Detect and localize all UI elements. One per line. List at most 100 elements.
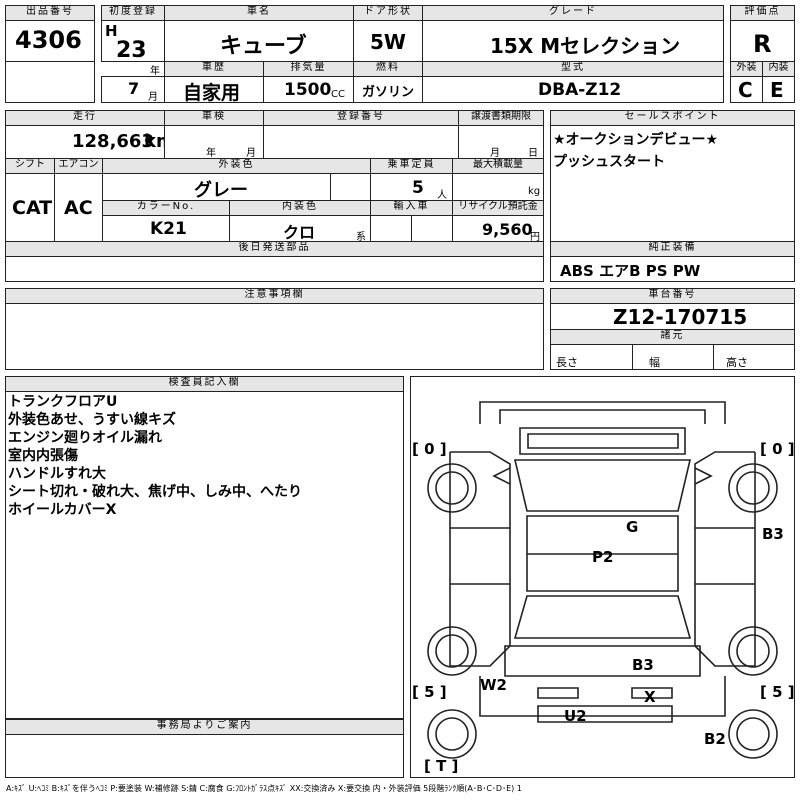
int-score-header: 内装 <box>762 61 795 77</box>
color-no-value: K21 <box>150 219 187 239</box>
tire-front-left: [ 0 ] <box>412 440 447 458</box>
sales-point-1: ★オークションデビュー★ <box>553 132 719 148</box>
capacity-value: 5 <box>412 178 424 198</box>
history-value: 自家用 <box>183 82 241 104</box>
height-label: 高さ <box>726 356 748 369</box>
notes-cell <box>5 303 544 370</box>
int-color-header: 内装色 <box>229 200 371 216</box>
tire-front-right: [ 0 ] <box>760 440 795 458</box>
legend-text: A:ｷｽﾞ U:ﾍｺﾐ B:ｷｽﾞを伴うﾍｺﾐ P:要塗装 W:補修跡 S:錆 … <box>6 784 522 793</box>
displacement-value: 1500 <box>284 80 332 100</box>
shift-value: CAT <box>12 197 53 219</box>
score-value: R <box>753 30 772 58</box>
damage-mark-g: G <box>626 518 639 536</box>
damage-mark-p2: P2 <box>592 548 614 566</box>
damage-mark-b2: B2 <box>704 730 726 748</box>
transfer-month-unit: 月 <box>490 148 500 159</box>
reg-no-header: 登録番号 <box>263 110 459 126</box>
shift-header: シフト <box>5 158 55 174</box>
aircon-value: AC <box>64 197 93 219</box>
genuine-equip-header: 純正装備 <box>550 241 795 257</box>
fuel-header: 燃料 <box>353 61 423 77</box>
year-unit: 年 <box>150 66 160 77</box>
genuine-equip-value: ABS エアB PS PW <box>560 262 701 280</box>
history-header: 車歴 <box>164 61 264 77</box>
mileage-value: 128,663 <box>72 131 154 152</box>
ext-color-sub-cell <box>330 173 371 201</box>
inspection-year-unit: 年 <box>206 148 216 159</box>
int-color-value: クロ <box>283 223 316 242</box>
ext-color-value: グレー <box>194 180 248 201</box>
door-header: ドア形状 <box>353 5 423 21</box>
notes-header: 注意事項欄 <box>5 288 544 304</box>
recycle-value: 9,560 <box>482 220 533 239</box>
grade-value: 15X Mセレクション <box>490 34 681 58</box>
inspector-line-6: シート切れ・破れ大、焦げ中、しみ中、へたり <box>8 484 302 500</box>
tire-rear-right: [ 5 ] <box>760 683 795 701</box>
inspection-header: 車検 <box>164 110 264 126</box>
later-parts-header: 後日発送部品 <box>5 241 544 257</box>
model-header: 型式 <box>422 61 724 77</box>
transfer-day-unit: 日 <box>528 148 538 159</box>
reg-no-cell <box>263 125 459 159</box>
mileage-header: 走行 <box>5 110 165 126</box>
inspector-line-1: トランクフロアU <box>8 394 118 410</box>
width-label: 幅 <box>649 356 660 369</box>
import-cell <box>370 215 412 242</box>
kg-unit: kg <box>528 186 541 197</box>
chassis-value: Z12-170715 <box>613 305 748 329</box>
sales-point-header: セールスポイント <box>550 110 795 126</box>
specs-width-cell <box>632 344 714 370</box>
car-diagram <box>427 401 778 759</box>
import-header: 輸入車 <box>370 200 453 216</box>
car-name-header: 車名 <box>164 5 354 21</box>
model-value: DBA-Z12 <box>538 80 622 100</box>
ext-color-header: 外装色 <box>102 158 371 174</box>
inspector-line-2: 外装色あせ、うすい線キズ <box>8 412 176 428</box>
damage-mark-u2: U2 <box>564 707 587 725</box>
office-notice-header: 事務局よりご案内 <box>5 719 404 735</box>
displacement-header: 排気量 <box>263 61 354 77</box>
ext-score-header: 外装 <box>730 61 763 77</box>
chassis-header: 車台番号 <box>550 288 795 304</box>
damage-mark-b3-rear: B3 <box>632 656 654 674</box>
aircon-header: エアコン <box>54 158 103 174</box>
ext-score-value: C <box>738 78 753 102</box>
sales-point-2: プッシュスタート <box>553 154 665 170</box>
score-header: 評価点 <box>730 5 795 21</box>
inspector-line-7: ホイールカバーX <box>8 502 117 518</box>
lot-no-blank <box>5 61 95 103</box>
import-cell-2 <box>411 215 453 242</box>
transfer-header: 譲渡書類期限 <box>458 110 544 126</box>
int-score-value: E <box>770 78 784 102</box>
grade-header: グレード <box>422 5 724 21</box>
recycle-header: リサイクル預託金 <box>452 200 544 216</box>
color-no-header: カラーNo. <box>102 200 230 216</box>
length-label: 長さ <box>556 356 578 369</box>
office-notice-cell <box>5 734 404 778</box>
damage-mark-x: X <box>644 688 656 706</box>
reg-year-value: 23 <box>116 38 147 63</box>
spare-tire: [ T ] <box>424 757 459 775</box>
inspector-notes-header: 検査員記入欄 <box>5 376 404 392</box>
inspector-line-4: 室内内張傷 <box>8 448 78 464</box>
inspector-line-3: エンジン廻りオイル漏れ <box>8 430 162 446</box>
max-load-header: 最大積載量 <box>452 158 544 174</box>
damage-mark-w2: W2 <box>480 676 507 694</box>
lot-no-header: 出品番号 <box>5 5 95 21</box>
lot-no-value: 4306 <box>15 26 82 54</box>
damage-mark-b3-right: B3 <box>762 525 784 543</box>
person-unit: 人 <box>437 190 447 201</box>
month-unit: 月 <box>148 92 158 103</box>
fuel-value: ガソリン <box>362 85 415 100</box>
cc-unit: CC <box>331 89 345 100</box>
tire-rear-left: [ 5 ] <box>412 683 447 701</box>
reg-month-value: 7 <box>128 79 140 98</box>
later-parts-cell <box>5 256 544 282</box>
capacity-header: 乗車定員 <box>370 158 453 174</box>
first-reg-header: 初度登録 <box>101 5 165 21</box>
door-value: 5W <box>370 30 406 54</box>
inspector-line-5: ハンドルすれ大 <box>8 466 106 482</box>
inspection-month-unit: 月 <box>246 148 256 159</box>
car-name-value: キューブ <box>220 34 307 59</box>
